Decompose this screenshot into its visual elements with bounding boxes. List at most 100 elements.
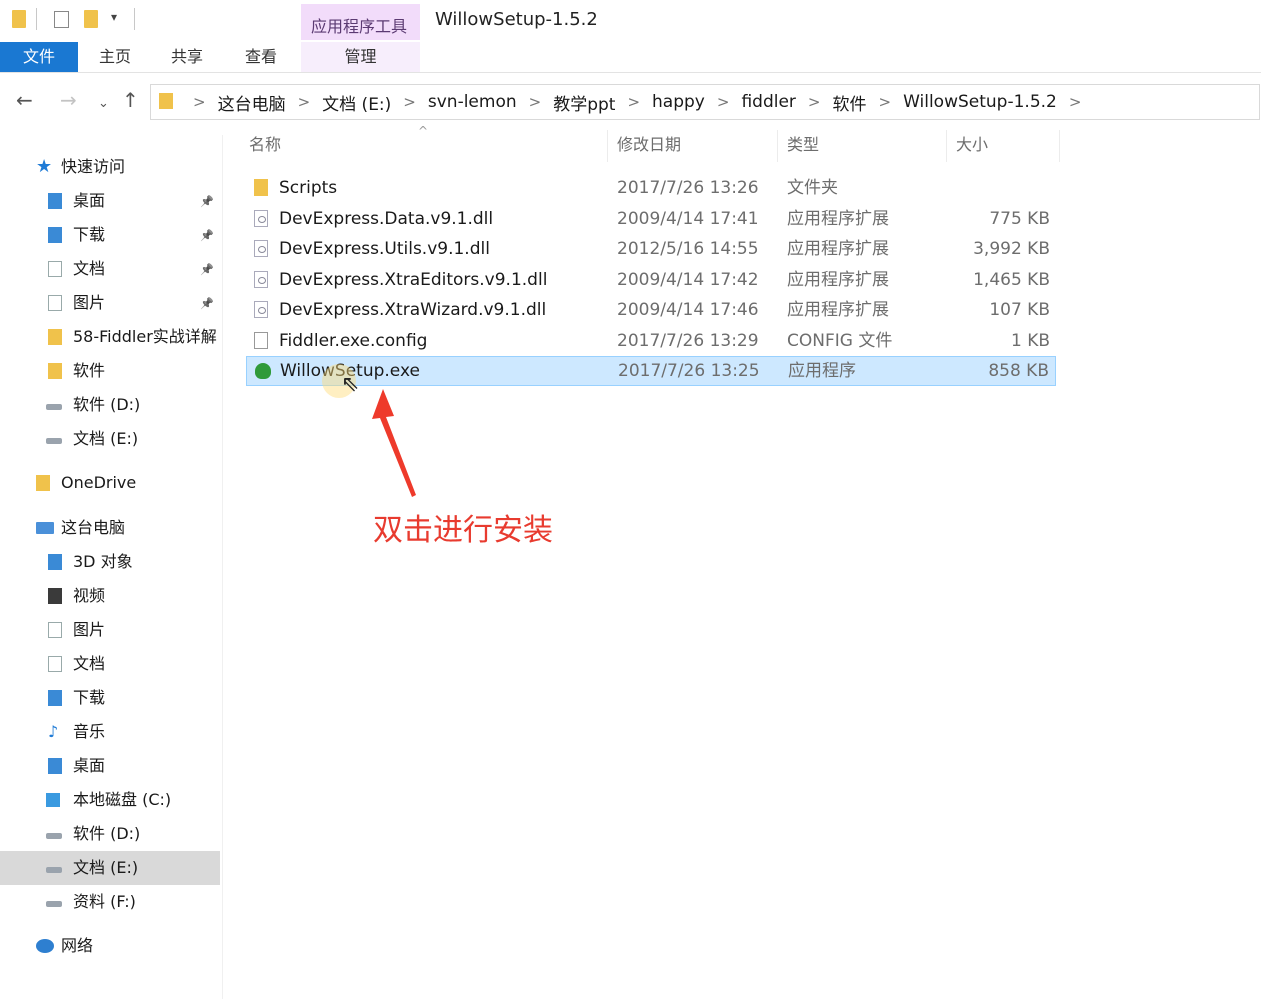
breadcrumb-chevron-icon[interactable]: > <box>298 93 311 111</box>
table-row[interactable]: WillowSetup.exe 2017/7/26 13:25 应用程序 858 KB <box>246 356 1056 386</box>
mouse-pointer-icon: ⇖ <box>341 372 360 397</box>
breadcrumb-chevron-icon[interactable]: > <box>529 93 542 111</box>
sidebar-item-label: 58-Fiddler实战详解 <box>73 327 217 346</box>
separator <box>36 8 37 30</box>
sort-ascending-icon: ^ <box>418 124 429 138</box>
breadcrumb-item[interactable]: happy <box>652 92 705 112</box>
file-type: CONFIG 文件 <box>787 330 893 351</box>
sidebar-item[interactable]: 软件 (D:) <box>0 817 220 851</box>
sidebar-item[interactable]: 本地磁盘 (C:) <box>0 783 220 817</box>
pin-icon[interactable]: 📌 <box>200 253 214 287</box>
sidebar-item[interactable]: 58-Fiddler实战详解 <box>0 320 220 354</box>
table-row[interactable]: DevExpress.Utils.v9.1.dll 2012/5/16 14:55… <box>246 234 1056 264</box>
breadcrumb-chevron-icon[interactable]: > <box>879 93 892 111</box>
3d-objects-icon <box>48 554 62 570</box>
column-header-size[interactable]: 大小 <box>956 130 988 160</box>
sidebar-item[interactable]: 文档 📌 <box>0 252 220 286</box>
table-row[interactable]: DevExpress.XtraWizard.v9.1.dll 2009/4/14 … <box>246 295 1056 325</box>
breadcrumb-item[interactable]: fiddler <box>741 92 795 112</box>
column-divider[interactable] <box>946 130 947 162</box>
breadcrumb-chevron-icon[interactable]: > <box>717 93 730 111</box>
properties-check-icon[interactable] <box>54 11 69 28</box>
column-header-date[interactable]: 修改日期 <box>617 130 681 160</box>
sidebar-item[interactable]: 文档 <box>0 647 220 681</box>
sidebar-item-label: 本地磁盘 (C:) <box>73 790 172 809</box>
sidebar-item[interactable]: OneDrive <box>0 466 220 500</box>
recent-locations-chevron-icon[interactable]: ⌄ <box>98 94 109 114</box>
sidebar-item[interactable]: 视频 <box>0 579 220 613</box>
breadcrumb-chevron-icon[interactable]: > <box>808 93 821 111</box>
tab-manage[interactable]: 管理 <box>301 42 420 72</box>
sidebar-item[interactable]: ★ 快速访问 <box>0 150 220 184</box>
column-divider[interactable] <box>1059 130 1060 162</box>
sidebar-item[interactable]: 下载 📌 <box>0 218 220 252</box>
forward-arrow-icon[interactable]: → <box>60 90 77 110</box>
new-folder-icon[interactable] <box>84 10 98 28</box>
sidebar-item[interactable]: 文档 (E:) <box>0 851 220 885</box>
table-row[interactable]: Fiddler.exe.config 2017/7/26 13:29 CONFIG … <box>246 326 1056 356</box>
sidebar-item-label: 文档 <box>73 259 106 278</box>
dll-file-icon <box>254 301 268 318</box>
sidebar-item-label: 音乐 <box>73 722 106 741</box>
sidebar-item[interactable]: ♪ 音乐 <box>0 715 220 749</box>
file-size: 3,992 KB <box>973 239 1050 259</box>
breadcrumb-chevron-icon[interactable]: > <box>627 93 640 111</box>
customize-dropdown-icon[interactable]: ▾ <box>111 10 117 24</box>
breadcrumb-item[interactable]: 这台电脑 <box>218 90 286 115</box>
file-name: Fiddler.exe.config <box>279 330 428 351</box>
sidebar-item[interactable]: 图片 <box>0 613 220 647</box>
column-divider[interactable] <box>607 130 608 162</box>
sidebar-item[interactable]: 这台电脑 <box>0 511 220 545</box>
column-divider[interactable] <box>777 130 778 162</box>
column-header-name[interactable]: 名称 <box>249 130 281 160</box>
annotation-text: 双击进行安装 <box>373 513 553 548</box>
sidebar-item-label: 视频 <box>73 586 106 605</box>
breadcrumb-item[interactable]: 文档 (E:) <box>322 90 391 115</box>
table-row[interactable]: DevExpress.Data.v9.1.dll 2009/4/14 17:41 应… <box>246 204 1056 234</box>
breadcrumb-item[interactable]: 教学ppt <box>553 90 615 115</box>
breadcrumb-chevron-icon[interactable]: > <box>1069 93 1082 111</box>
file-size: 775 KB <box>989 208 1050 229</box>
sidebar-item[interactable]: 3D 对象 <box>0 545 220 579</box>
column-header-type[interactable]: 类型 <box>787 130 819 160</box>
download-folder-icon <box>48 227 62 243</box>
sidebar-item[interactable]: 文档 (E:) <box>0 422 220 456</box>
modified-date: 2009/4/14 17:46 <box>617 300 759 320</box>
pin-icon[interactable]: 📌 <box>200 287 214 321</box>
table-row[interactable]: Scripts 2017/7/26 13:26 文件夹 <box>246 173 1056 203</box>
breadcrumb-chevron-icon[interactable]: > <box>403 93 416 111</box>
sidebar-item[interactable]: 桌面 📌 <box>0 184 220 218</box>
drive-icon <box>46 901 62 907</box>
table-row[interactable]: DevExpress.XtraEditors.v9.1.dll 2009/4/14… <box>246 265 1056 295</box>
breadcrumb-item[interactable]: WillowSetup-1.5.2 <box>903 92 1057 112</box>
sidebar-item[interactable]: 下载 <box>0 681 220 715</box>
folder-icon[interactable] <box>12 10 26 28</box>
tab-home[interactable]: 主页 <box>88 42 142 72</box>
sidebar-item-label: 快速访问 <box>61 157 126 176</box>
sidebar-item[interactable]: 软件 <box>0 354 220 388</box>
context-tab-group: 应用程序工具 <box>301 4 420 40</box>
sidebar-item[interactable]: 网络 <box>0 929 220 963</box>
back-arrow-icon[interactable]: ← <box>16 90 33 110</box>
sidebar-item-label: 文档 <box>73 654 106 673</box>
file-type: 文件夹 <box>787 178 838 198</box>
up-arrow-icon[interactable]: ↑ <box>122 90 139 110</box>
drive-icon <box>46 833 62 839</box>
address-bar[interactable]: > 这台电脑 > 文档 (E:) > svn-lemon > 教学ppt > happy > fidd… <box>150 84 1260 120</box>
tab-file[interactable]: 文件 <box>0 42 78 72</box>
sidebar-item-label: 文档 (E:) <box>73 429 139 448</box>
breadcrumb-item[interactable]: 软件 <box>833 90 867 115</box>
sidebar-item[interactable]: 图片 📌 <box>0 286 220 320</box>
sidebar-item[interactable]: 资料 (F:) <box>0 885 220 919</box>
pin-icon[interactable]: 📌 <box>200 219 214 253</box>
file-list: ^ 名称 修改日期 类型 大小 Scripts 2017/7/26 13:26 文件… <box>230 124 1261 999</box>
breadcrumb-item[interactable]: svn-lemon <box>428 92 517 112</box>
sidebar-item[interactable]: 软件 (D:) <box>0 388 220 422</box>
pin-icon[interactable]: 📌 <box>200 185 214 219</box>
folder-icon <box>159 93 173 109</box>
tab-share[interactable]: 共享 <box>160 42 214 72</box>
tab-view[interactable]: 查看 <box>234 42 288 72</box>
file-name: DevExpress.Data.v9.1.dll <box>279 208 494 229</box>
sidebar-item[interactable]: 桌面 <box>0 749 220 783</box>
breadcrumb-chevron-icon[interactable]: > <box>193 93 206 111</box>
